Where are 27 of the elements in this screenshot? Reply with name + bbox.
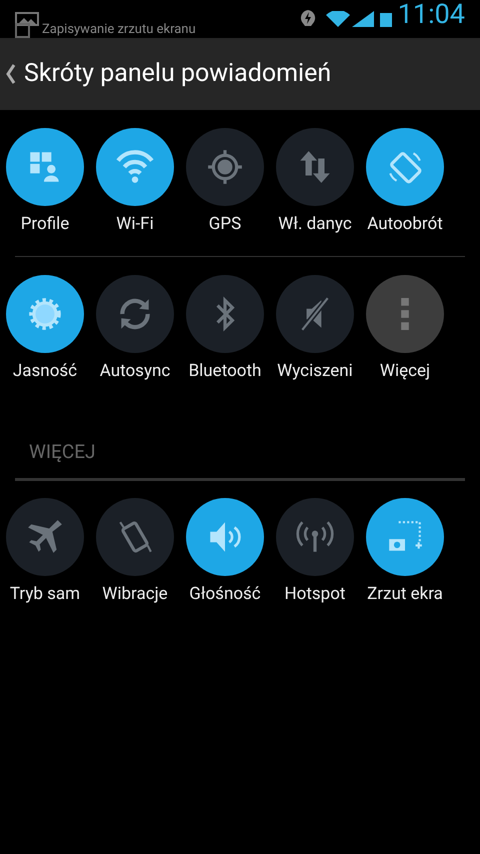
tile-label: Profile [20,213,70,236]
header-title: Skróty panelu powiadomień [24,58,332,90]
tile-label: Autoobrót [367,213,443,236]
tile-label: Hotspot [284,583,346,606]
tile-label: Wł. danyc [278,213,352,236]
image-icon [15,12,39,26]
crosshair-icon [206,148,244,186]
wifi-signal-icon [326,11,350,27]
tile-label: Jasność [12,360,78,382]
notification-title: Zapisywanie zrzutu ekranu [42,22,196,38]
tile-label: Wi-Fi [116,213,154,236]
clock-time: 11:04 [398,0,465,28]
tile-label: Zrzut ekra [367,583,443,606]
tile-label: Więcej [380,360,430,382]
tile-label: Wyciszeni [277,360,353,382]
wifi-icon [116,148,154,186]
battery-icon [380,11,392,27]
tile-label: Autosync [100,360,170,382]
tile-label: Tryb sam [10,583,80,606]
tile-label: Głośność [189,583,261,606]
back-icon[interactable] [6,64,16,84]
tile-label: GPS [208,213,242,236]
more-dots-icon [401,298,409,330]
cell-signal-icon [352,11,374,27]
tile-label: Bluetooth [188,360,262,382]
section-title: WIĘCEJ [28,439,96,465]
tile-label: Wibracje [102,583,168,606]
